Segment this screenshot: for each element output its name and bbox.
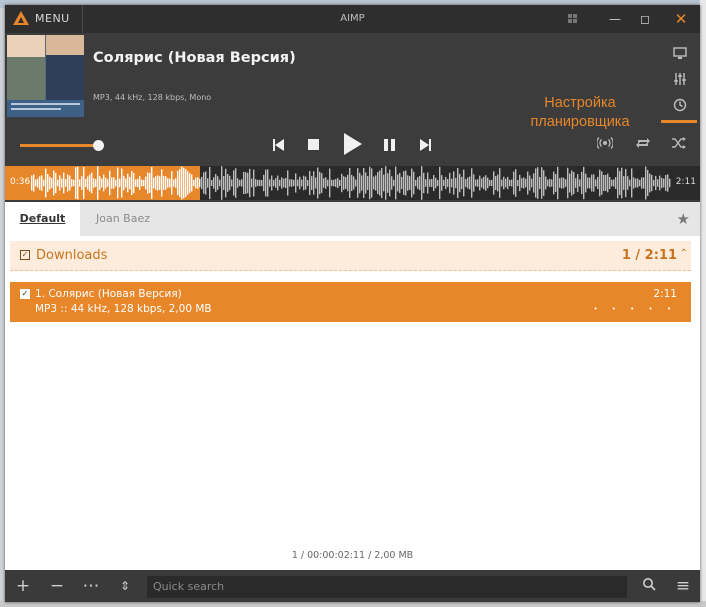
collapse-icon[interactable]: ⌃ (680, 248, 688, 259)
group-checkbox[interactable]: ✓ (20, 250, 30, 260)
tab-default[interactable]: Default (5, 202, 80, 236)
remove-icon[interactable]: − (45, 570, 69, 602)
volume-knob[interactable] (93, 140, 104, 151)
radio-broadcast-icon[interactable] (596, 136, 614, 154)
group-count: 1 / 2:11 (621, 248, 677, 263)
playlist-track-title: 1. Солярис (Новая Версия) (35, 288, 182, 300)
previous-icon (273, 139, 285, 151)
group-name: Downloads (36, 248, 108, 263)
maximize-icon[interactable]: ◻ (630, 5, 660, 33)
total-time: 2:11 (675, 177, 696, 187)
more-icon[interactable]: ⋯ (79, 570, 103, 602)
playlist: ✓ Downloads 1 / 2:11 ⌃ ✓ 1. Солярис (Нов… (5, 236, 700, 570)
group-header[interactable]: ✓ Downloads 1 / 2:11 ⌃ (10, 241, 691, 271)
pause-icon (384, 139, 395, 151)
minimize-icon[interactable]: — (600, 5, 630, 33)
bottom-toolbar: + − ⋯ ⇕ Quick search ≡ (5, 570, 700, 602)
album-cover[interactable] (7, 35, 84, 117)
tab-joan-baez[interactable]: Joan Baez (96, 202, 150, 236)
aimp-window: MENU AIMP — ◻ ✕ Солярис (Новая Версия) M… (5, 5, 700, 602)
add-icon[interactable]: + (11, 570, 35, 602)
repeat-icon[interactable] (635, 136, 651, 154)
rating-dots[interactable]: • • • • • (593, 305, 677, 313)
search-input[interactable]: Quick search (147, 576, 627, 598)
shuffle-icon[interactable] (671, 136, 687, 154)
title-bar[interactable]: MENU AIMP — ◻ ✕ (5, 5, 700, 33)
tooltip-line-2: планировщика (530, 114, 630, 130)
clock-icon[interactable] (670, 97, 690, 116)
monitor-icon[interactable] (670, 45, 690, 64)
elapsed-time: 0:36 (10, 177, 31, 187)
stop-button[interactable] (308, 139, 319, 150)
scheduler-tooltip: Настройка планировщика (510, 94, 650, 132)
equalizer-icon[interactable] (670, 71, 690, 90)
playlist-summary: 1 / 00:00:02:11 / 2,00 MB (291, 550, 414, 561)
next-track-button[interactable] (419, 139, 431, 151)
previous-track-button[interactable] (273, 139, 285, 151)
pause-button[interactable] (384, 139, 395, 151)
tooltip-underline (661, 120, 697, 123)
waveform-seekbar[interactable]: 0:36 2:11 (5, 166, 700, 200)
waveform-graphic (31, 166, 671, 200)
playlist-track-meta: MP3 :: 44 kHz, 128 kbps, 2,00 MB (35, 303, 212, 315)
tooltip-line-1: Настройка (544, 95, 616, 111)
play-icon (344, 133, 362, 155)
desktop-background-right (700, 0, 706, 607)
track-checkbox[interactable]: ✓ (20, 289, 30, 299)
hamburger-menu-icon[interactable]: ≡ (671, 570, 695, 602)
table-row[interactable]: ✓ 1. Солярис (Новая Версия) MP3 :: 44 kH… (10, 282, 691, 322)
search-icon[interactable] (637, 570, 661, 602)
play-button[interactable] (344, 133, 362, 155)
playlist-tabs: Default Joan Baez ★ (5, 202, 700, 236)
track-meta: MP3, 44 kHz, 128 kbps, Mono (93, 93, 212, 102)
grid-icon[interactable] (557, 5, 587, 33)
app-title: AIMP (340, 13, 365, 24)
close-icon[interactable]: ✕ (666, 5, 696, 33)
star-icon[interactable]: ★ (677, 210, 690, 228)
track-title: Солярис (Новая Версия) (93, 50, 296, 66)
next-icon (419, 139, 431, 151)
volume-slider[interactable] (20, 144, 98, 147)
stop-icon (308, 139, 319, 150)
sort-icon[interactable]: ⇕ (113, 570, 137, 602)
playlist-track-duration: 2:11 (653, 288, 677, 300)
